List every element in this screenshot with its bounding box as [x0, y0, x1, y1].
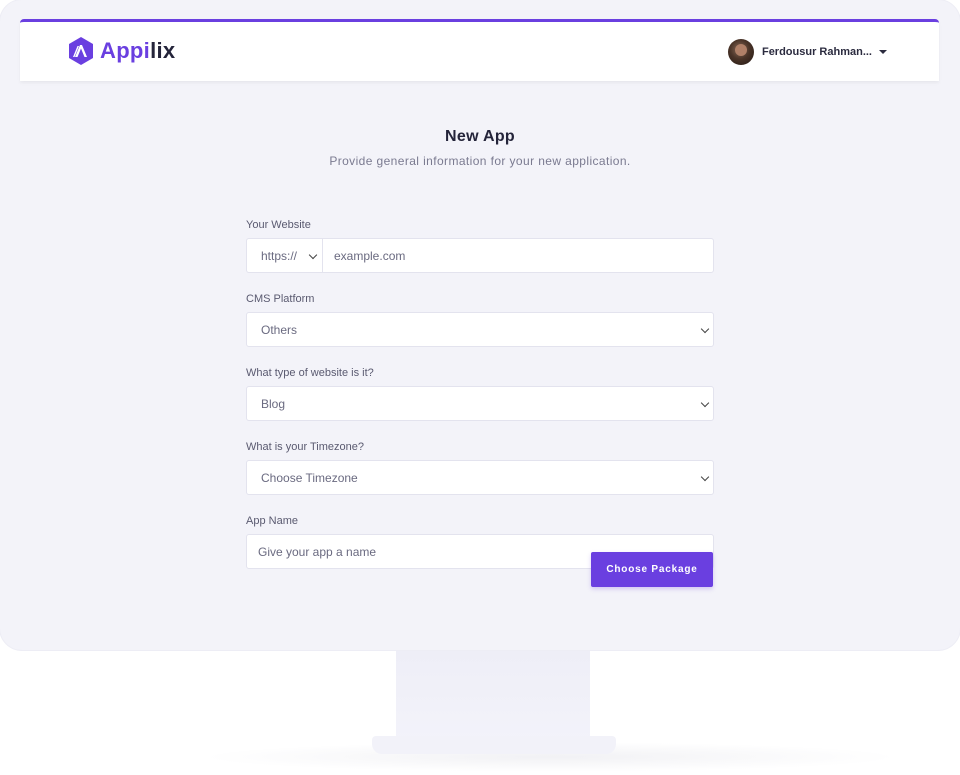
- protocol-select[interactable]: https://: [246, 238, 322, 273]
- cms-label: CMS Platform: [246, 293, 315, 305]
- website-url-input[interactable]: example.com: [322, 238, 714, 273]
- app-name-label: App Name: [246, 515, 298, 527]
- monitor-stand-neck: [396, 650, 590, 742]
- site-type-select[interactable]: Blog: [246, 386, 714, 421]
- cms-selected: Others: [261, 322, 298, 337]
- timezone-select[interactable]: Choose Timezone: [246, 460, 714, 495]
- user-name: Ferdousur Rahman...: [761, 46, 872, 58]
- timezone-selected: Choose Timezone: [261, 470, 358, 485]
- website-label: Your Website: [246, 219, 311, 231]
- page-title: New App: [445, 128, 515, 145]
- avatar[interactable]: [727, 39, 754, 65]
- chevron-down-icon: [700, 398, 710, 408]
- brand-name: Appilix: [100, 38, 176, 63]
- cms-select[interactable]: Others: [246, 312, 714, 347]
- user-menu[interactable]: Ferdousur Rahman...: [727, 38, 887, 66]
- new-app-form: Your Website https:// example.com CMS Pl…: [246, 218, 714, 569]
- monitor-stand-base: [372, 736, 616, 754]
- brand[interactable]: Appilix: [68, 36, 175, 66]
- chevron-down-icon: [308, 250, 318, 260]
- site-type-selected: Blog: [261, 396, 286, 411]
- choose-package-button[interactable]: Choose Package: [591, 552, 713, 587]
- chevron-down-icon: [700, 324, 710, 334]
- page-subtitle: Provide general information for your new…: [329, 154, 631, 168]
- logo-icon: [69, 37, 93, 65]
- protocol-value: https://: [261, 248, 298, 263]
- chevron-down-icon: [700, 472, 710, 482]
- website-input-group: https:// example.com: [246, 238, 714, 273]
- app-name-placeholder: Give your app a name: [258, 544, 377, 559]
- monitor-screen: Appilix Ferdousur Rahman... New App Prov…: [0, 0, 960, 650]
- timezone-label: What is your Timezone?: [246, 441, 364, 453]
- form-actions: Choose Package: [591, 552, 713, 587]
- caret-down-icon[interactable]: [879, 50, 887, 54]
- website-url-placeholder: example.com: [334, 248, 406, 263]
- top-navbar: Appilix Ferdousur Rahman...: [20, 19, 939, 81]
- site-type-label: What type of website is it?: [246, 367, 374, 379]
